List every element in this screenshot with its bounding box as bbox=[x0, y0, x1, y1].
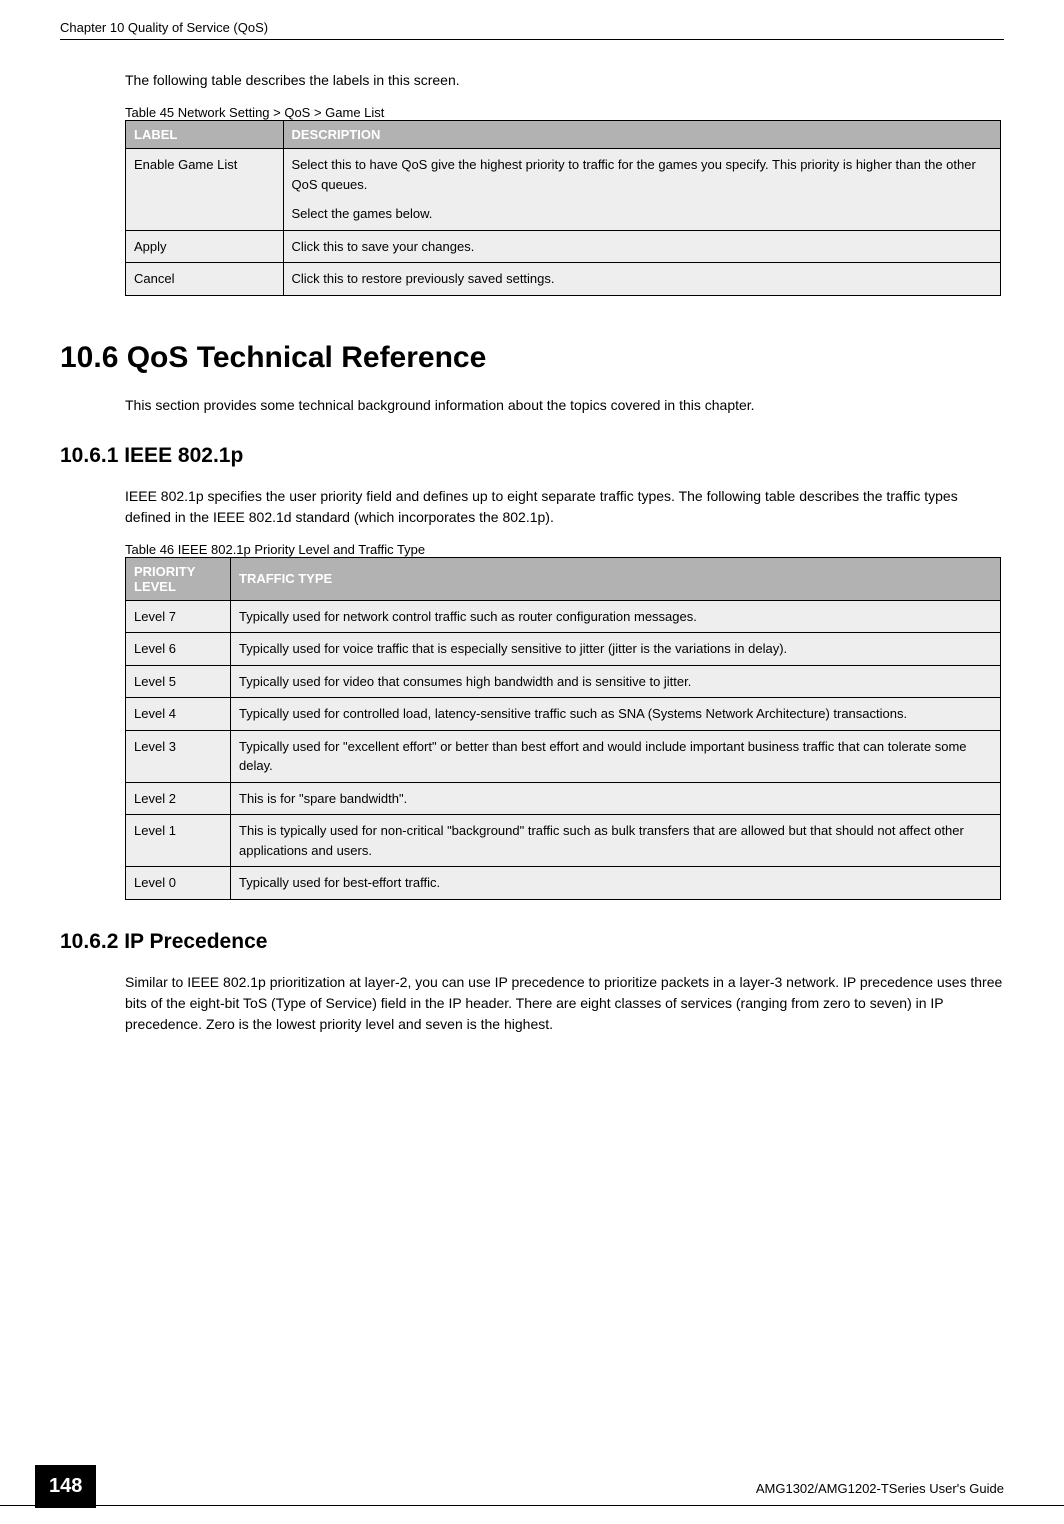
table-row: Apply Click this to save your changes. bbox=[126, 230, 1001, 263]
table-row: Level 3 Typically used for "excellent ef… bbox=[126, 730, 1001, 782]
table46-header-priority: PRIORITY LEVEL bbox=[126, 557, 231, 600]
table46-cell-desc: This is for "spare bandwidth". bbox=[231, 782, 1001, 815]
table46-cell-desc: Typically used for controlled load, late… bbox=[231, 698, 1001, 731]
table46-cell-desc: Typically used for voice traffic that is… bbox=[231, 633, 1001, 666]
section-10-6-title: 10.6 QoS Technical Reference bbox=[60, 341, 1004, 375]
guide-name: AMG1302/AMG1202-TSeries User's Guide bbox=[756, 1481, 1004, 1496]
section-10-6-text: This section provides some technical bac… bbox=[125, 395, 1004, 416]
section-10-6-2-text: Similar to IEEE 802.1p prioritization at… bbox=[125, 972, 1004, 1035]
table-row: Level 4 Typically used for controlled lo… bbox=[126, 698, 1001, 731]
table-row: Level 5 Typically used for video that co… bbox=[126, 665, 1001, 698]
table45-desc-line: Select the games below. bbox=[292, 204, 993, 224]
section-10-6-1-text: IEEE 802.1p specifies the user priority … bbox=[125, 486, 1004, 528]
table45-caption: Table 45 Network Setting > QoS > Game Li… bbox=[125, 105, 1004, 120]
table45-cell-label: Cancel bbox=[126, 263, 284, 296]
chapter-header: Chapter 10 Quality of Service (QoS) bbox=[60, 20, 1004, 40]
table45-header-description: DESCRIPTION bbox=[283, 121, 1001, 149]
table-row: Level 1 This is typically used for non-c… bbox=[126, 815, 1001, 867]
table46-cell-desc: Typically used for "excellent effort" or… bbox=[231, 730, 1001, 782]
table46-cell-desc: Typically used for best-effort traffic. bbox=[231, 867, 1001, 900]
table46-cell-level: Level 0 bbox=[126, 867, 231, 900]
intro-text: The following table describes the labels… bbox=[125, 70, 1004, 91]
table45-header-label: LABEL bbox=[126, 121, 284, 149]
table46-cell-level: Level 7 bbox=[126, 600, 231, 633]
table45-cell-desc: Click this to save your changes. bbox=[283, 230, 1001, 263]
table46: PRIORITY LEVEL TRAFFIC TYPE Level 7 Typi… bbox=[125, 557, 1001, 900]
table-row: Level 7 Typically used for network contr… bbox=[126, 600, 1001, 633]
table45-cell-desc: Click this to restore previously saved s… bbox=[283, 263, 1001, 296]
table46-cell-level: Level 6 bbox=[126, 633, 231, 666]
table45-cell-desc: Select this to have QoS give the highest… bbox=[283, 149, 1001, 231]
table-row: Level 2 This is for "spare bandwidth". bbox=[126, 782, 1001, 815]
table-row: Cancel Click this to restore previously … bbox=[126, 263, 1001, 296]
table46-cell-desc: Typically used for video that consumes h… bbox=[231, 665, 1001, 698]
table46-cell-level: Level 3 bbox=[126, 730, 231, 782]
page-footer: 148 AMG1302/AMG1202-TSeries User's Guide bbox=[0, 1505, 1064, 1506]
table46-cell-level: Level 4 bbox=[126, 698, 231, 731]
table46-cell-level: Level 2 bbox=[126, 782, 231, 815]
page-number: 148 bbox=[35, 1465, 96, 1508]
table45: LABEL DESCRIPTION Enable Game List Selec… bbox=[125, 120, 1001, 296]
table-row: Level 0 Typically used for best-effort t… bbox=[126, 867, 1001, 900]
table46-caption: Table 46 IEEE 802.1p Priority Level and … bbox=[125, 542, 1004, 557]
table46-cell-level: Level 5 bbox=[126, 665, 231, 698]
table-row: Level 6 Typically used for voice traffic… bbox=[126, 633, 1001, 666]
section-10-6-1-title: 10.6.1 IEEE 802.1p bbox=[60, 444, 1004, 468]
table46-header-traffic: TRAFFIC TYPE bbox=[231, 557, 1001, 600]
table45-desc-line: Select this to have QoS give the highest… bbox=[292, 157, 976, 192]
table45-cell-label: Apply bbox=[126, 230, 284, 263]
table-row: Enable Game List Select this to have QoS… bbox=[126, 149, 1001, 231]
table46-cell-level: Level 1 bbox=[126, 815, 231, 867]
section-10-6-2-title: 10.6.2 IP Precedence bbox=[60, 930, 1004, 954]
table45-cell-label: Enable Game List bbox=[126, 149, 284, 231]
table46-cell-desc: Typically used for network control traff… bbox=[231, 600, 1001, 633]
table46-cell-desc: This is typically used for non-critical … bbox=[231, 815, 1001, 867]
